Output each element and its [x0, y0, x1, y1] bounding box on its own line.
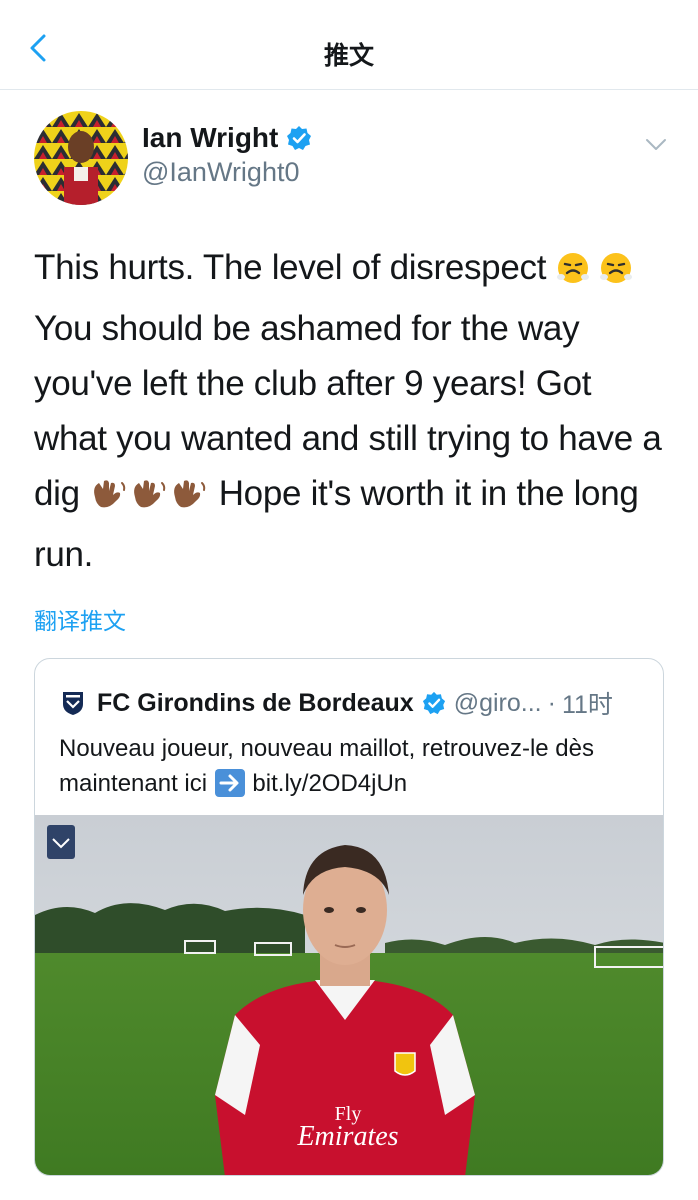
verified-badge-icon: [287, 126, 312, 150]
steam-from-nose-face-icon: [556, 246, 633, 301]
verified-badge-icon: [422, 691, 445, 715]
right-arrow-emoji-icon: [214, 769, 245, 797]
quoted-author-name: FC Girondins de Bordeaux: [97, 688, 414, 717]
bordeaux-watermark-icon: [47, 825, 75, 859]
quoted-media-image[interactable]: Fly Emirates: [35, 815, 663, 1175]
quoted-tweet-header: FC Girondins de Bordeaux @giro... · 11时: [61, 685, 613, 721]
shirt-sponsor-line2: Emirates: [296, 1121, 398, 1152]
page-title: 推文: [323, 41, 374, 70]
chevron-down-icon[interactable]: [642, 130, 670, 158]
quoted-separator: ·: [547, 688, 556, 717]
quoted-author-handle: @giro...: [453, 688, 542, 717]
author-name-text: Ian Wright: [142, 122, 279, 153]
translate-tweet-link[interactable]: 翻译推文: [34, 602, 126, 636]
waving-hand-dark-skin-icon: [89, 472, 209, 527]
tweet-text-part1: This hurts. The level of disrespect: [34, 248, 547, 287]
bordeaux-crest-icon: [63, 692, 83, 715]
author-avatar[interactable]: [34, 111, 128, 205]
author-handle[interactable]: @IanWright0: [142, 157, 299, 188]
quoted-link[interactable]: bit.ly/2OD4jUn: [252, 770, 407, 797]
quoted-tweet-text: Nouveau joueur, nouveau maillot, retrouv…: [59, 731, 649, 801]
author-name[interactable]: Ian Wright: [142, 122, 312, 154]
quoted-timestamp: 11时: [561, 691, 613, 719]
nav-bar: 推文: [0, 0, 698, 90]
quoted-tweet-card[interactable]: FC Girondins de Bordeaux @giro... · 11时 …: [34, 658, 664, 1176]
tweet-body: This hurts. The level of disrespect You …: [34, 240, 664, 582]
